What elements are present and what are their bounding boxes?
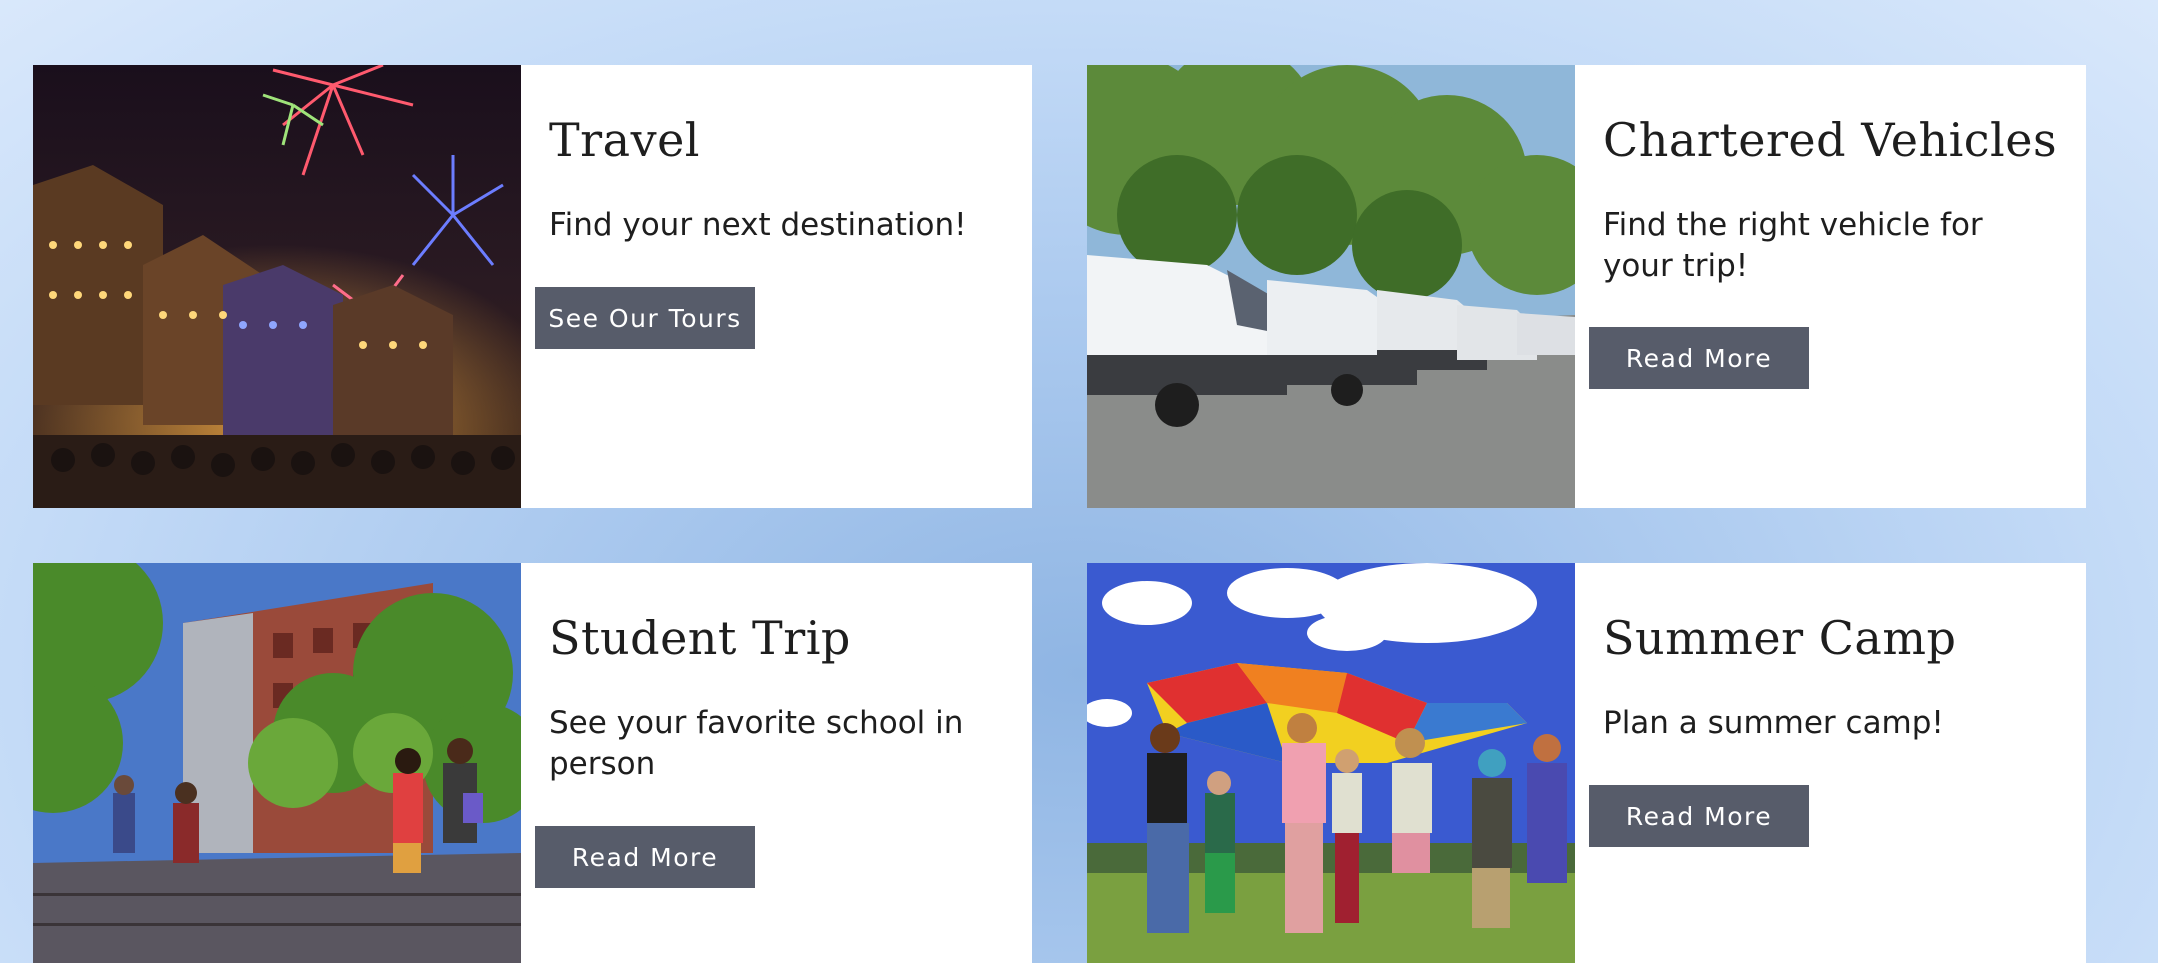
card-student-trip: Student Trip See your favorite school in… <box>33 563 1032 963</box>
campus-students-walking-image <box>33 563 521 963</box>
festival-fireworks-image <box>33 65 521 508</box>
card-travel: Travel Find your next destination! See O… <box>33 65 1032 508</box>
card-body: Student Trip See your favorite school in… <box>521 563 1032 963</box>
card-description: Find your next destination! <box>549 207 967 243</box>
card-body: Chartered Vehicles Find the right vehicl… <box>1575 65 2086 508</box>
card-summer-camp: Summer Camp Plan a summer camp! Read Mor… <box>1087 563 2086 963</box>
see-our-tours-button[interactable]: See Our Tours <box>535 287 755 349</box>
card-title: Student Trip <box>549 611 851 665</box>
card-description: Find the right vehicle for your trip! <box>1603 207 1983 284</box>
kids-parachute-game-image <box>1087 563 1575 963</box>
read-more-button[interactable]: Read More <box>1589 327 1809 389</box>
card-chartered-vehicles: Chartered Vehicles Find the right vehicl… <box>1087 65 2086 508</box>
read-more-button[interactable]: Read More <box>535 826 755 888</box>
card-body: Summer Camp Plan a summer camp! Read Mor… <box>1575 563 2086 963</box>
white-vans-parked-image <box>1087 65 1575 508</box>
card-title: Travel <box>549 113 701 167</box>
card-description: See your favorite school in person <box>549 705 964 782</box>
read-more-button[interactable]: Read More <box>1589 785 1809 847</box>
card-body: Travel Find your next destination! See O… <box>521 65 1032 508</box>
card-title: Summer Camp <box>1603 611 1957 665</box>
card-description: Plan a summer camp! <box>1603 705 1944 741</box>
card-title: Chartered Vehicles <box>1603 113 2058 167</box>
